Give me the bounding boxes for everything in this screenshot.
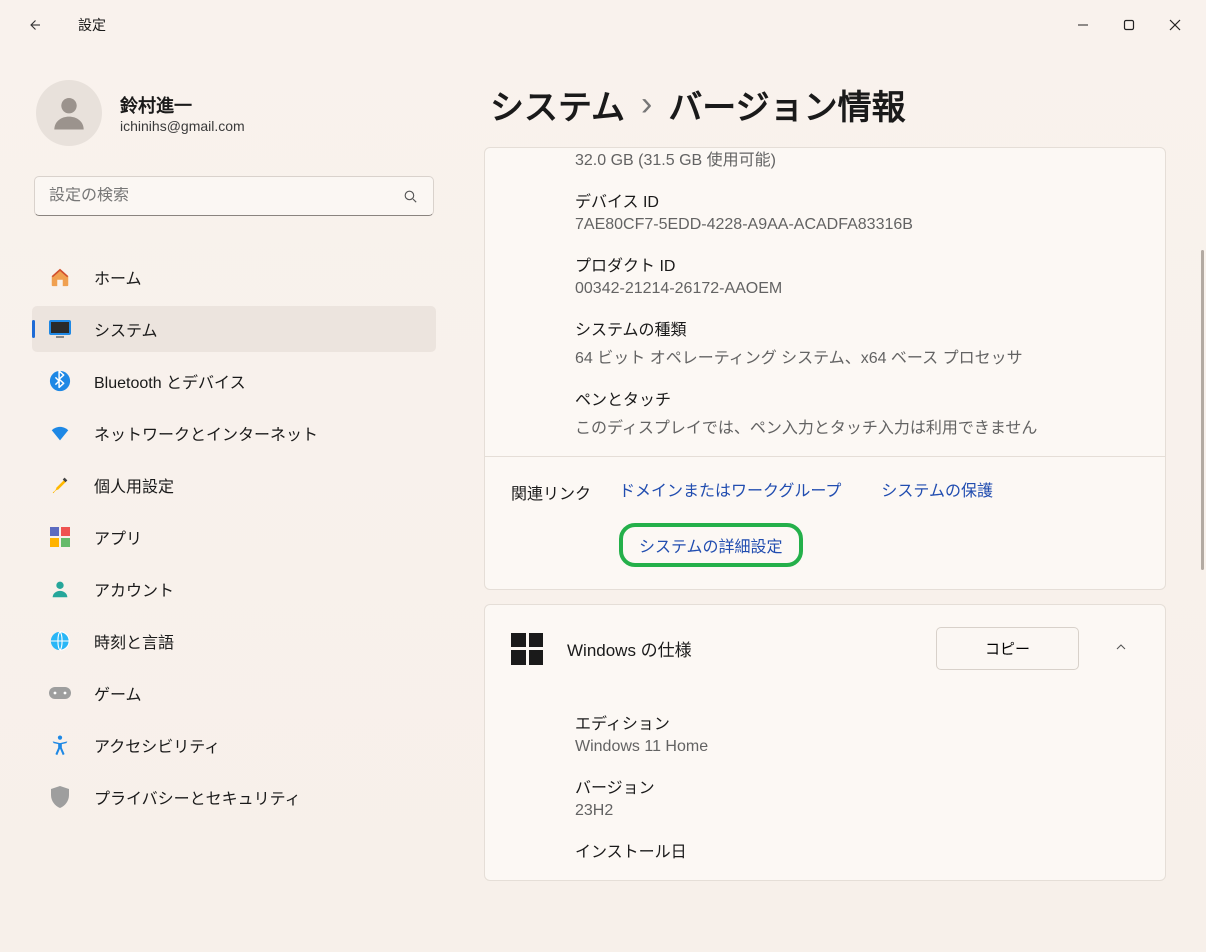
arrow-left-icon [25,16,43,34]
shield-icon [48,785,72,809]
collapse-toggle[interactable] [1103,639,1139,659]
spec-value-device-id: 7AE80CF7-5EDD-4228-A9AA-ACADFA83316B [575,216,1137,234]
sidebar-item-bluetooth[interactable]: Bluetooth とデバイス [32,358,436,404]
windows-spec-card: Windows の仕様 コピー エディション Windows 11 Home バ… [484,604,1166,881]
sidebar-item-label: アプリ [94,525,142,549]
spec-value-edition: Windows 11 Home [575,738,1137,756]
highlight-annotation: システムの詳細設定 [619,523,803,567]
breadcrumb: システム › バージョン情報 [484,80,1182,129]
wifi-icon [48,421,72,445]
spec-label-device-id: デバイス ID [575,188,1137,212]
close-button[interactable] [1152,7,1198,43]
minimize-button[interactable] [1060,7,1106,43]
profile-email: ichinihs@gmail.com [120,118,245,134]
breadcrumb-page: バージョン情報 [668,80,905,129]
sidebar-item-label: ネットワークとインターネット [94,421,318,445]
sidebar-item-home[interactable]: ホーム [32,254,436,300]
sidebar-item-accounts[interactable]: アカウント [32,566,436,612]
profile-name: 鈴村進一 [120,92,245,118]
accessibility-icon [48,733,72,757]
sidebar-item-privacy[interactable]: プライバシーとセキュリティ [32,774,436,820]
back-button[interactable] [14,5,54,45]
window-title: 設定 [78,15,106,35]
sidebar-item-apps[interactable]: アプリ [32,514,436,560]
link-advanced-system-settings[interactable]: システムの詳細設定 [639,539,783,556]
breadcrumb-section[interactable]: システム [490,80,625,129]
gamepad-icon [48,681,72,705]
sidebar-item-gaming[interactable]: ゲーム [32,670,436,716]
sidebar-item-label: アカウント [94,577,174,601]
sidebar-item-time-language[interactable]: 時刻と言語 [32,618,436,664]
device-spec-card: 32.0 GB (31.5 GB 使用可能) デバイス ID 7AE80CF7-… [484,147,1166,590]
spec-label-edition: エディション [575,710,1137,734]
search-box[interactable] [34,176,434,216]
home-icon [48,265,72,289]
spec-label-pen-touch: ペンとタッチ [575,386,1137,410]
sidebar-item-label: 個人用設定 [94,473,174,497]
spec-label-product-id: プロダクト ID [575,252,1137,276]
sidebar-item-network[interactable]: ネットワークとインターネット [32,410,436,456]
link-system-protection[interactable]: システムの保護 [881,477,993,501]
sidebar-item-personalization[interactable]: 個人用設定 [32,462,436,508]
person-icon [47,91,91,135]
spec-label-system-type: システムの種類 [575,316,1137,340]
search-icon [402,188,419,205]
spec-label-install-date: インストール日 [575,838,1137,862]
account-icon [48,577,72,601]
sidebar-item-label: ゲーム [94,681,142,705]
sidebar-item-label: Bluetooth とデバイス [94,369,246,393]
windows-spec-title: Windows の仕様 [567,636,912,661]
chevron-right-icon: › [641,85,652,124]
spec-value-pen-touch: このディスプレイでは、ペン入力とタッチ入力は利用できません [575,414,1137,438]
sidebar-item-label: アクセシビリティ [94,733,220,757]
paintbrush-icon [48,473,72,497]
clock-globe-icon [48,629,72,653]
spec-value-ram: 32.0 GB (31.5 GB 使用可能) [575,148,1137,170]
close-icon [1169,19,1181,31]
maximize-button[interactable] [1106,7,1152,43]
copy-button[interactable]: コピー [936,627,1079,670]
scrollbar[interactable] [1201,250,1204,570]
spec-value-version: 23H2 [575,802,1137,820]
link-domain-workgroup[interactable]: ドメインまたはワークグループ [619,477,841,501]
minimize-icon [1077,19,1089,31]
search-input[interactable] [49,187,402,205]
system-icon [48,317,72,341]
spec-value-system-type: 64 ビット オペレーティング システム、x64 ベース プロセッサ [575,344,1137,368]
spec-value-product-id: 00342-21214-26172-AAOEM [575,280,1137,298]
sidebar-item-label: プライバシーとセキュリティ [94,785,301,809]
spec-label-version: バージョン [575,774,1137,798]
sidebar-item-system[interactable]: システム [32,306,436,352]
sidebar-item-label: 時刻と言語 [94,629,174,653]
chevron-up-icon [1113,639,1129,655]
sidebar-item-accessibility[interactable]: アクセシビリティ [32,722,436,768]
sidebar-item-label: システム [94,317,158,341]
sidebar-item-label: ホーム [94,265,142,289]
bluetooth-icon [48,369,72,393]
maximize-icon [1123,19,1135,31]
related-links-label: 関連リンク [511,477,591,504]
windows-icon [511,633,543,665]
apps-icon [48,525,72,549]
profile-block[interactable]: 鈴村進一 ichinihs@gmail.com [28,80,440,146]
avatar [36,80,102,146]
